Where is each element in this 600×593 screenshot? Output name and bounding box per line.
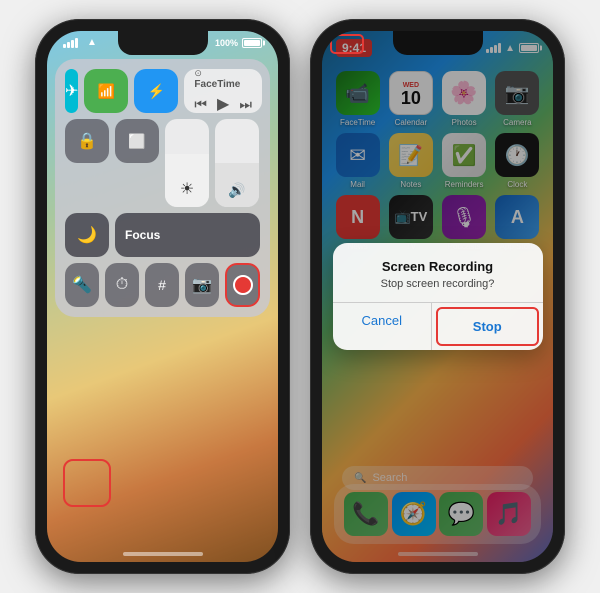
now-playing-label: FaceTime xyxy=(194,79,240,90)
cc-row-3: 🌙 Focus xyxy=(65,213,260,257)
timer-button[interactable]: ⏱ xyxy=(105,263,139,307)
battery-fill xyxy=(244,40,260,46)
phone-2: 9:41 ▲ 📹 xyxy=(310,19,565,574)
home-screen-background: 9:41 ▲ 📹 xyxy=(322,31,553,562)
focus-label: Focus xyxy=(125,228,160,242)
flashlight-button[interactable]: 🔦 xyxy=(65,263,99,307)
camera-cc-icon: 📷 xyxy=(192,275,212,295)
cc-row-2: 🔒 ⬜ ☀ 🔊 xyxy=(65,119,260,207)
focus-button[interactable]: Focus xyxy=(115,213,260,257)
cc-row-1: ✈ 📶 ⚡ ⊙ FaceT xyxy=(65,69,260,113)
dialog-stop-button[interactable]: Stop xyxy=(436,307,539,346)
airplane-mode-button[interactable]: ✈ xyxy=(65,69,78,113)
moon-icon: 🌙 xyxy=(77,225,97,245)
moon-focus-icon-btn[interactable]: 🌙 xyxy=(65,213,109,257)
timer-icon: ⏱ xyxy=(116,276,128,294)
calculator-button[interactable]: # xyxy=(145,263,179,307)
screen-recording-dialog: Screen Recording Stop screen recording? … xyxy=(333,243,543,350)
volume-icon: 🔊 xyxy=(228,182,245,199)
next-track-icon[interactable]: ⏭ xyxy=(239,96,252,113)
orientation-icon: 🔒 xyxy=(77,131,97,151)
signal-bar-1 xyxy=(63,44,66,48)
dialog-buttons: Cancel Stop xyxy=(333,302,543,350)
status-bar-right-1: 100% xyxy=(215,38,262,48)
wifi-status-icon: ▲ xyxy=(87,37,97,48)
cc-row-4: 🔦 ⏱ # 📷 xyxy=(65,263,260,307)
wifi-toggle-button[interactable]: 📶 xyxy=(84,69,128,113)
screen-record-button[interactable] xyxy=(225,263,260,307)
play-icon[interactable]: ▶ xyxy=(217,94,229,114)
orientation-lock-button[interactable]: 🔒 xyxy=(65,119,109,163)
bluetooth-icon: ⚡ xyxy=(148,83,165,100)
home-bar-1 xyxy=(123,552,203,556)
signal-bar-4 xyxy=(75,38,78,48)
signal-bar-2 xyxy=(67,42,70,48)
status-bar-left-1: ▲ xyxy=(63,37,97,48)
dialog-content: Screen Recording Stop screen recording? xyxy=(333,243,543,302)
mirror-icon: ⬜ xyxy=(128,133,145,150)
now-playing-widget[interactable]: ⊙ FaceTime ⏮ ▶ ⏭ xyxy=(184,69,262,113)
brightness-icon: ☀ xyxy=(180,179,194,199)
camera-button[interactable]: 📷 xyxy=(185,263,219,307)
control-center-panel: ✈ 📶 ⚡ ⊙ FaceT xyxy=(55,59,270,317)
phone1-screen: ▲ 100% ✈ 📶 xyxy=(47,31,278,562)
dialog-overlay: Screen Recording Stop screen recording? … xyxy=(322,31,553,562)
dialog-message: Stop screen recording? xyxy=(349,278,527,290)
control-center-background: ▲ 100% ✈ 📶 xyxy=(47,31,278,562)
dialog-cancel-button[interactable]: Cancel xyxy=(333,303,433,350)
calculator-icon: # xyxy=(158,277,166,293)
wifi-icon: 📶 xyxy=(98,83,115,100)
phone-1: ▲ 100% ✈ 📶 xyxy=(35,19,290,574)
notch-1 xyxy=(118,31,208,55)
screen-mirror-button[interactable]: ⬜ xyxy=(115,119,159,163)
record-indicator xyxy=(233,275,253,295)
dialog-title: Screen Recording xyxy=(349,259,527,274)
bluetooth-toggle-button[interactable]: ⚡ xyxy=(134,69,178,113)
now-playing-subtitle: ⊙ xyxy=(194,68,202,79)
prev-track-icon[interactable]: ⏮ xyxy=(194,96,207,113)
brightness-slider[interactable]: ☀ xyxy=(165,119,209,207)
flashlight-icon: 🔦 xyxy=(72,275,92,295)
phone2-screen: 9:41 ▲ 📹 xyxy=(322,31,553,562)
volume-slider[interactable]: 🔊 xyxy=(215,119,259,207)
signal-bar-3 xyxy=(71,40,74,48)
record-button-highlight xyxy=(63,459,111,507)
media-controls: ⏮ ▶ ⏭ xyxy=(194,94,252,114)
battery-icon xyxy=(242,38,262,48)
battery-percentage: 100% xyxy=(215,38,238,48)
airplane-icon: ✈ xyxy=(65,81,78,101)
